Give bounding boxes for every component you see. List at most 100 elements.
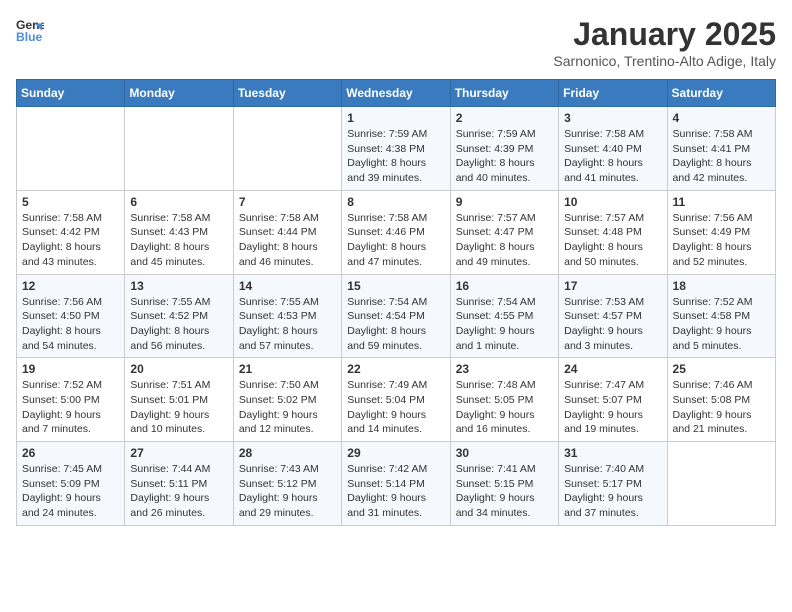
logo-icon: General Blue xyxy=(16,16,44,44)
calendar-cell: 9Sunrise: 7:57 AMSunset: 4:47 PMDaylight… xyxy=(450,190,558,274)
day-info: Sunrise: 7:46 AMSunset: 5:08 PMDaylight:… xyxy=(673,378,770,437)
title-block: January 2025 Sarnonico, Trentino-Alto Ad… xyxy=(553,16,776,69)
day-info: Sunrise: 7:54 AMSunset: 4:54 PMDaylight:… xyxy=(347,295,444,354)
day-info: Sunrise: 7:45 AMSunset: 5:09 PMDaylight:… xyxy=(22,462,119,521)
calendar-week-row: 12 Sunrise: 7:56 AMSunset: 4:50 PMDayligh… xyxy=(17,274,776,358)
day-number: 25 xyxy=(673,362,770,376)
logo: General Blue xyxy=(16,16,44,44)
day-info: Sunrise: 7:42 AMSunset: 5:14 PMDaylight:… xyxy=(347,462,444,521)
calendar-cell: 20 Sunrise: 7:51 AMSunset: 5:01 PMDayligh… xyxy=(125,358,233,442)
day-of-week-header: Wednesday xyxy=(342,80,450,107)
calendar-header-row: SundayMondayTuesdayWednesdayThursdayFrid… xyxy=(17,80,776,107)
day-info: Sunrise: 7:41 AMSunset: 5:15 PMDaylight:… xyxy=(456,462,553,521)
calendar-cell: 31 Sunrise: 7:40 AMSunset: 5:17 PMDayligh… xyxy=(559,442,667,526)
calendar-week-row: 19 Sunrise: 7:52 AMSunset: 5:00 PMDayligh… xyxy=(17,358,776,442)
day-number: 7 xyxy=(239,195,336,209)
day-info: Sunrise: 7:58 AMSunset: 4:41 PMDaylight:… xyxy=(673,127,770,186)
calendar-cell: 29 Sunrise: 7:42 AMSunset: 5:14 PMDayligh… xyxy=(342,442,450,526)
calendar-cell xyxy=(17,107,125,191)
calendar-cell: 13Sunrise: 7:55 AMSunset: 4:52 PMDayligh… xyxy=(125,274,233,358)
calendar-week-row: 26 Sunrise: 7:45 AMSunset: 5:09 PMDayligh… xyxy=(17,442,776,526)
calendar-cell: 23 Sunrise: 7:48 AMSunset: 5:05 PMDayligh… xyxy=(450,358,558,442)
day-number: 26 xyxy=(22,446,119,460)
day-number: 14 xyxy=(239,279,336,293)
calendar-cell: 14 Sunrise: 7:55 AMSunset: 4:53 PMDayligh… xyxy=(233,274,341,358)
calendar-cell: 4 Sunrise: 7:58 AMSunset: 4:41 PMDaylight… xyxy=(667,107,775,191)
calendar-cell: 27Sunrise: 7:44 AMSunset: 5:11 PMDayligh… xyxy=(125,442,233,526)
day-info: Sunrise: 7:58 AMSunset: 4:43 PMDaylight:… xyxy=(130,211,227,270)
day-info: Sunrise: 7:53 AMSunset: 4:57 PMDaylight:… xyxy=(564,295,661,354)
calendar-cell: 11 Sunrise: 7:56 AMSunset: 4:49 PMDayligh… xyxy=(667,190,775,274)
day-number: 8 xyxy=(347,195,444,209)
day-number: 1 xyxy=(347,111,444,125)
day-number: 20 xyxy=(130,362,227,376)
day-number: 22 xyxy=(347,362,444,376)
day-info: Sunrise: 7:57 AMSunset: 4:48 PMDaylight:… xyxy=(564,211,661,270)
page-header: General Blue January 2025 Sarnonico, Tre… xyxy=(16,16,776,69)
calendar-cell: 5Sunrise: 7:58 AMSunset: 4:42 PMDaylight… xyxy=(17,190,125,274)
day-number: 18 xyxy=(673,279,770,293)
day-number: 23 xyxy=(456,362,553,376)
calendar-cell: 24 Sunrise: 7:47 AMSunset: 5:07 PMDayligh… xyxy=(559,358,667,442)
day-info: Sunrise: 7:49 AMSunset: 5:04 PMDaylight:… xyxy=(347,378,444,437)
day-info: Sunrise: 7:51 AMSunset: 5:01 PMDaylight:… xyxy=(130,378,227,437)
calendar-cell: 30 Sunrise: 7:41 AMSunset: 5:15 PMDayligh… xyxy=(450,442,558,526)
day-number: 13 xyxy=(130,279,227,293)
calendar-cell: 15 Sunrise: 7:54 AMSunset: 4:54 PMDayligh… xyxy=(342,274,450,358)
day-info: Sunrise: 7:58 AMSunset: 4:42 PMDaylight:… xyxy=(22,211,119,270)
day-of-week-header: Tuesday xyxy=(233,80,341,107)
month-title: January 2025 xyxy=(553,16,776,53)
calendar-cell: 25 Sunrise: 7:46 AMSunset: 5:08 PMDayligh… xyxy=(667,358,775,442)
day-number: 24 xyxy=(564,362,661,376)
day-number: 30 xyxy=(456,446,553,460)
day-info: Sunrise: 7:52 AMSunset: 4:58 PMDaylight:… xyxy=(673,295,770,354)
day-number: 2 xyxy=(456,111,553,125)
calendar-cell: 12 Sunrise: 7:56 AMSunset: 4:50 PMDayligh… xyxy=(17,274,125,358)
day-info: Sunrise: 7:56 AMSunset: 4:49 PMDaylight:… xyxy=(673,211,770,270)
calendar-cell: 19 Sunrise: 7:52 AMSunset: 5:00 PMDayligh… xyxy=(17,358,125,442)
calendar-cell: 10 Sunrise: 7:57 AMSunset: 4:48 PMDayligh… xyxy=(559,190,667,274)
day-info: Sunrise: 7:47 AMSunset: 5:07 PMDaylight:… xyxy=(564,378,661,437)
day-number: 10 xyxy=(564,195,661,209)
day-number: 15 xyxy=(347,279,444,293)
day-info: Sunrise: 7:50 AMSunset: 5:02 PMDaylight:… xyxy=(239,378,336,437)
day-number: 21 xyxy=(239,362,336,376)
day-info: Sunrise: 7:58 AMSunset: 4:46 PMDaylight:… xyxy=(347,211,444,270)
calendar-cell: 2 Sunrise: 7:59 AMSunset: 4:39 PMDaylight… xyxy=(450,107,558,191)
day-number: 19 xyxy=(22,362,119,376)
calendar-cell: 1 Sunrise: 7:59 AMSunset: 4:38 PMDaylight… xyxy=(342,107,450,191)
day-number: 6 xyxy=(130,195,227,209)
calendar-cell xyxy=(667,442,775,526)
calendar-cell: 6 Sunrise: 7:58 AMSunset: 4:43 PMDaylight… xyxy=(125,190,233,274)
day-info: Sunrise: 7:48 AMSunset: 5:05 PMDaylight:… xyxy=(456,378,553,437)
day-of-week-header: Saturday xyxy=(667,80,775,107)
day-info: Sunrise: 7:40 AMSunset: 5:17 PMDaylight:… xyxy=(564,462,661,521)
svg-text:Blue: Blue xyxy=(16,30,43,44)
day-number: 3 xyxy=(564,111,661,125)
day-of-week-header: Thursday xyxy=(450,80,558,107)
day-info: Sunrise: 7:55 AMSunset: 4:53 PMDaylight:… xyxy=(239,295,336,354)
day-number: 12 xyxy=(22,279,119,293)
day-number: 31 xyxy=(564,446,661,460)
day-info: Sunrise: 7:58 AMSunset: 4:40 PMDaylight:… xyxy=(564,127,661,186)
calendar-cell: 17Sunrise: 7:53 AMSunset: 4:57 PMDayligh… xyxy=(559,274,667,358)
day-info: Sunrise: 7:59 AMSunset: 4:38 PMDaylight:… xyxy=(347,127,444,186)
calendar-body: 1 Sunrise: 7:59 AMSunset: 4:38 PMDaylight… xyxy=(17,107,776,526)
calendar-cell: 8 Sunrise: 7:58 AMSunset: 4:46 PMDaylight… xyxy=(342,190,450,274)
calendar-cell: 22 Sunrise: 7:49 AMSunset: 5:04 PMDayligh… xyxy=(342,358,450,442)
day-number: 11 xyxy=(673,195,770,209)
day-info: Sunrise: 7:56 AMSunset: 4:50 PMDaylight:… xyxy=(22,295,119,354)
day-number: 29 xyxy=(347,446,444,460)
day-number: 4 xyxy=(673,111,770,125)
calendar-cell: 28Sunrise: 7:43 AMSunset: 5:12 PMDayligh… xyxy=(233,442,341,526)
day-info: Sunrise: 7:52 AMSunset: 5:00 PMDaylight:… xyxy=(22,378,119,437)
day-info: Sunrise: 7:44 AMSunset: 5:11 PMDaylight:… xyxy=(130,462,227,521)
calendar-cell: 18 Sunrise: 7:52 AMSunset: 4:58 PMDayligh… xyxy=(667,274,775,358)
calendar-cell xyxy=(125,107,233,191)
day-info: Sunrise: 7:59 AMSunset: 4:39 PMDaylight:… xyxy=(456,127,553,186)
day-number: 16 xyxy=(456,279,553,293)
day-of-week-header: Friday xyxy=(559,80,667,107)
calendar-cell: 16Sunrise: 7:54 AMSunset: 4:55 PMDayligh… xyxy=(450,274,558,358)
day-info: Sunrise: 7:58 AMSunset: 4:44 PMDaylight:… xyxy=(239,211,336,270)
day-info: Sunrise: 7:43 AMSunset: 5:12 PMDaylight:… xyxy=(239,462,336,521)
